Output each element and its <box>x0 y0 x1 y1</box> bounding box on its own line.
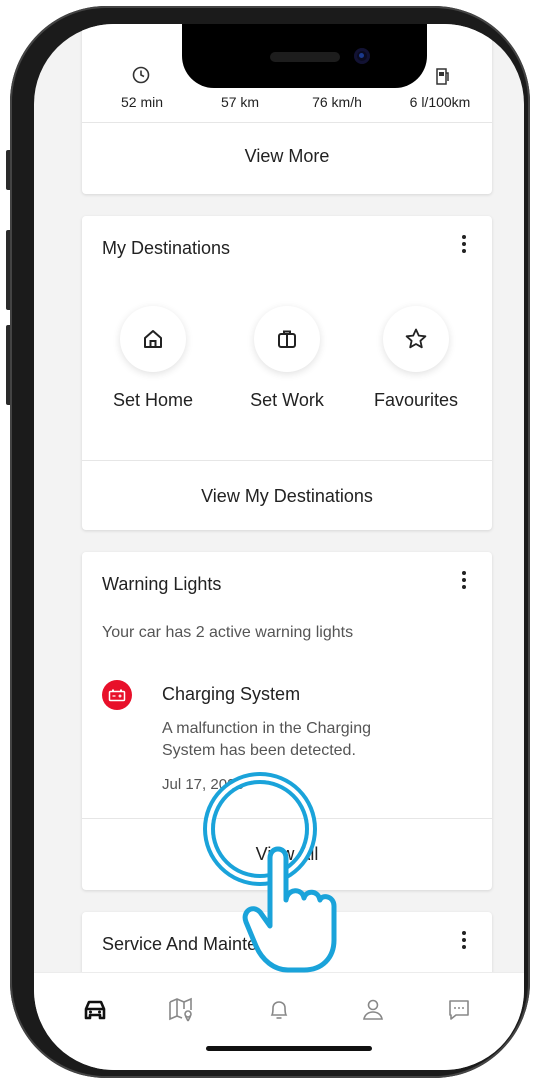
set-home-label: Set Home <box>112 390 194 410</box>
warning-description-line-2: System has been detected. <box>162 742 356 759</box>
star-icon <box>405 328 427 349</box>
clock-icon <box>132 66 150 89</box>
briefcase-icon <box>278 330 296 348</box>
destinations-title: My Destinations <box>102 238 231 258</box>
trip-distance: 57 km <box>220 94 260 110</box>
trip-fuel-consumption: 6 l/100km <box>409 94 471 110</box>
pointing-hand-icon <box>242 846 337 973</box>
set-work-button[interactable]: Set Work <box>222 306 352 411</box>
destinations-card: My Destinations Set Home Set Work Favour… <box>82 216 492 530</box>
warning-lights-title: Warning Lights <box>102 574 222 594</box>
warning-summary: Your car has 2 active warning lights <box>102 624 354 641</box>
warning-indicator <box>102 680 132 710</box>
front-camera <box>354 48 370 64</box>
trip-duration: 52 min <box>120 94 164 110</box>
home-indicator <box>206 1046 372 1051</box>
notch <box>182 24 427 88</box>
fuel-icon <box>434 66 452 91</box>
tab-map[interactable] <box>166 995 196 1025</box>
favourites-button[interactable]: Favourites <box>343 306 489 411</box>
bottom-tab-bar <box>34 972 524 1070</box>
warning-item-description: A malfunction in the Charging System has… <box>162 718 371 762</box>
trip-avg-speed: 76 km/h <box>312 94 362 110</box>
profile-icon <box>363 999 383 1020</box>
tab-notifications[interactable] <box>264 995 294 1025</box>
tab-messages[interactable] <box>444 995 474 1025</box>
set-home-button[interactable]: Set Home <box>88 306 218 411</box>
car-icon <box>84 1000 106 1020</box>
view-more-button[interactable]: View More <box>82 146 492 167</box>
home-icon <box>144 330 162 348</box>
service-more-icon[interactable] <box>454 928 474 956</box>
warning-description-line-1: A malfunction in the Charging <box>162 720 372 737</box>
view-my-destinations-button[interactable]: View My Destinations <box>82 486 492 507</box>
bell-icon <box>270 1001 288 1019</box>
speaker <box>270 52 340 62</box>
destinations-more-icon[interactable] <box>454 232 474 260</box>
battery-icon <box>108 689 126 702</box>
tab-car[interactable] <box>80 995 110 1025</box>
warning-lights-more-icon[interactable] <box>454 568 474 596</box>
favourites-label: Favourites <box>373 390 459 410</box>
divider <box>82 122 492 123</box>
divider <box>82 460 492 461</box>
map-icon <box>169 997 192 1022</box>
tab-profile[interactable] <box>358 995 388 1025</box>
warning-item-title[interactable]: Charging System <box>162 684 300 705</box>
set-work-label: Set Work <box>250 390 324 410</box>
chat-icon <box>449 1000 469 1020</box>
